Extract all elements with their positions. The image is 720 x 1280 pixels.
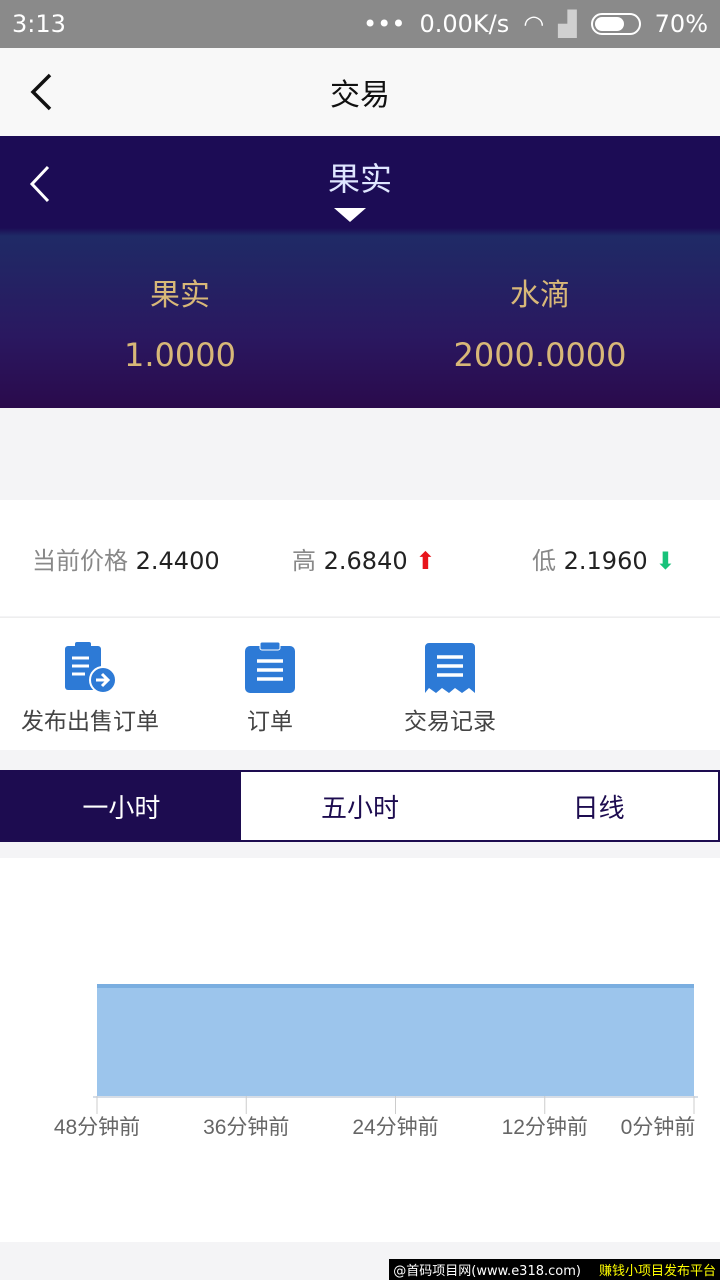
high-price-value: 2.6840 (323, 546, 408, 575)
tab-one-hour[interactable]: 一小时 (2, 772, 241, 840)
low-price: 低 2.1960 ⬇ (532, 541, 675, 576)
watermark-right: 赚钱小项目发布平台 (598, 1264, 716, 1279)
action-label: 订单 (247, 709, 293, 735)
tab-daily[interactable]: 日线 (479, 772, 718, 840)
arrow-up-icon: ⬆ (415, 546, 436, 575)
action-bar: 发布出售订单 订单 交易记录 (0, 617, 720, 750)
back-icon[interactable] (28, 72, 54, 112)
receipt-icon (425, 643, 475, 693)
trade-records-button[interactable]: 交易记录 (360, 642, 540, 736)
balance-fruit: 果实 1.0000 (0, 270, 360, 374)
balance-label: 水滴 (510, 278, 570, 313)
current-price-label: 当前价格 (32, 546, 128, 575)
battery-icon (590, 13, 641, 35)
clipboard-arrow-icon (65, 642, 117, 694)
current-price: 当前价格 2.4400 (32, 541, 220, 576)
price-chart: 48分钟前 36分钟前 24分钟前 12分钟前 0分钟前 (0, 858, 720, 1242)
x-tick-label: 0分钟前 (621, 1116, 696, 1139)
area-fill (97, 986, 694, 1096)
watermark-left: @首码项目网(www.e318.com) (393, 1264, 581, 1279)
high-price-label: 高 (292, 546, 316, 575)
timeframe-tabs: 一小时 五小时 日线 (0, 770, 720, 842)
asset-header: 果实 果实 1.0000 水滴 2000.0000 (0, 136, 720, 408)
orders-button[interactable]: 订单 (180, 642, 360, 736)
status-bar: 3:13 ••• 0.00K/s ◠ ▟ 70% (0, 0, 720, 48)
balance-label: 果实 (150, 278, 210, 313)
status-dots: ••• (363, 10, 406, 38)
publish-sell-order-button[interactable]: 发布出售订单 (0, 642, 180, 736)
dropdown-triangle-icon[interactable] (334, 208, 366, 222)
action-label: 发布出售订单 (21, 709, 159, 735)
x-tick-label: 36分钟前 (203, 1116, 289, 1139)
x-tick-label: 12分钟前 (502, 1116, 588, 1139)
tab-five-hours[interactable]: 五小时 (241, 772, 480, 840)
asset-selector[interactable]: 果实 (0, 154, 720, 200)
current-price-value: 2.4400 (135, 546, 220, 575)
balance-value: 1.0000 (124, 336, 236, 374)
page-title: 交易 (330, 78, 390, 113)
balance-water: 水滴 2000.0000 (360, 270, 720, 374)
x-tick-label: 48分钟前 (54, 1116, 140, 1139)
network-speed: 0.00K/s (419, 10, 510, 38)
price-chart-svg: 48分钟前 36分钟前 24分钟前 12分钟前 0分钟前 (54, 984, 698, 1139)
top-nav: 交易 (0, 48, 720, 136)
balance-value: 2000.0000 (453, 336, 627, 374)
low-price-label: 低 (532, 546, 556, 575)
low-price-value: 2.1960 (563, 546, 648, 575)
price-summary: 当前价格 2.4400 高 2.6840 ⬆ 低 2.1960 ⬇ (0, 500, 720, 616)
arrow-down-icon: ⬇ (655, 546, 676, 575)
battery-level: 70% (654, 10, 708, 38)
action-label: 交易记录 (404, 709, 496, 735)
status-time: 3:13 (12, 10, 66, 38)
x-tick-label: 24分钟前 (352, 1116, 438, 1139)
clipboard-icon (245, 642, 295, 693)
high-price: 高 2.6840 ⬆ (292, 541, 435, 576)
watermark: @首码项目网(www.e318.com) 赚钱小项目发布平台 (389, 1259, 720, 1280)
wifi-icon: ◠ (523, 10, 545, 38)
signal-icon: ▟ (558, 10, 577, 38)
